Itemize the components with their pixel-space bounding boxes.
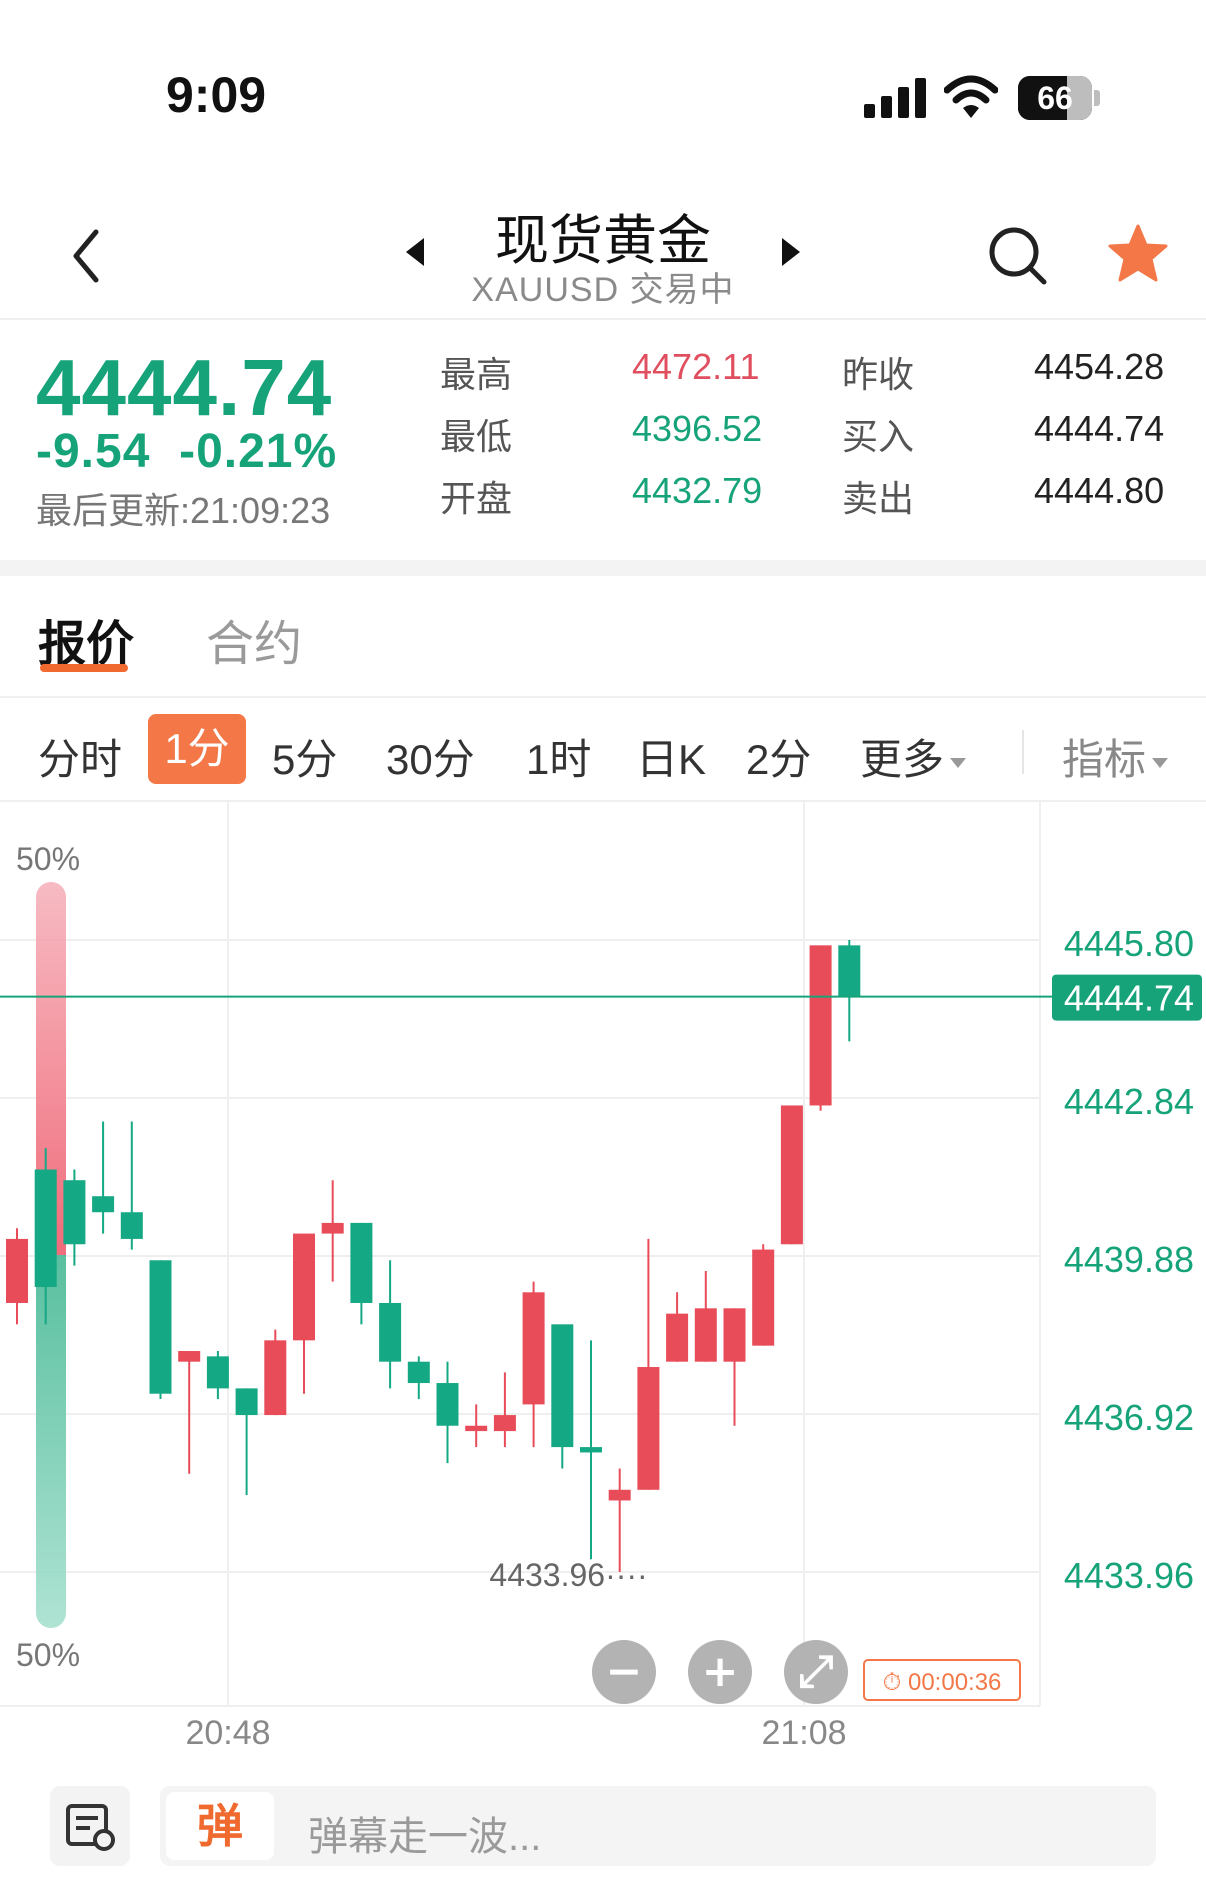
candle-body xyxy=(92,1196,115,1213)
tabs-divider xyxy=(0,696,1206,698)
candle-body xyxy=(321,1222,344,1234)
price-tick-label: 4433.96 xyxy=(1064,1555,1194,1596)
candle-body xyxy=(6,1238,28,1303)
header-divider xyxy=(0,318,1206,320)
candle-body xyxy=(379,1302,402,1362)
candle-body xyxy=(723,1308,746,1362)
timeframe-more[interactable]: 更多 xyxy=(860,726,967,787)
timeframe-5min[interactable]: 5分 xyxy=(272,726,337,787)
timeframe-1hour[interactable]: 1时 xyxy=(526,726,591,787)
candle-body xyxy=(551,1324,574,1448)
next-instrument-icon[interactable] xyxy=(782,238,800,266)
last-update: 最后更新:21:09:23 xyxy=(36,490,331,531)
price-tick-label: 4442.84 xyxy=(1064,1081,1194,1122)
last-price: 4444.74 xyxy=(36,343,333,432)
stat-label: 开盘 xyxy=(440,478,513,519)
search-icon[interactable] xyxy=(986,224,1050,288)
favorite-star-icon[interactable] xyxy=(1106,222,1170,286)
more-label: 更多 xyxy=(860,736,945,783)
stat-label: 最低 xyxy=(440,416,513,457)
candle-body xyxy=(580,1447,602,1453)
countdown-timer: ⏱ 00:00:36 xyxy=(883,1669,1002,1696)
price-tick-label: 4439.88 xyxy=(1064,1239,1194,1280)
candle-body xyxy=(752,1249,775,1346)
change-percent: -0.21% xyxy=(179,425,338,478)
section-divider xyxy=(0,560,1206,576)
candle-body xyxy=(235,1388,258,1416)
candle-body xyxy=(293,1233,315,1341)
stat-value: 4454.28 xyxy=(1034,346,1165,387)
depth-bottom-label: 50% xyxy=(16,1637,80,1673)
stat-value: 4472.11 xyxy=(632,346,760,387)
candle-body xyxy=(120,1212,143,1239)
danmaku-input[interactable]: 弹 弹幕走一波... xyxy=(160,1786,1156,1866)
battery-icon: 66 xyxy=(1018,76,1092,120)
stat-value: 4444.74 xyxy=(1034,408,1165,449)
price-tick-label: 4445.80 xyxy=(1064,923,1194,964)
stat-label: 卖出 xyxy=(842,478,915,519)
candle-body xyxy=(780,1105,803,1245)
price-change: -9.54 -0.21% xyxy=(36,424,337,479)
depth-top-label: 50% xyxy=(16,841,80,877)
stat-label: 买入 xyxy=(842,416,915,457)
battery-level: 66 xyxy=(1037,80,1073,116)
status-time: 9:09 xyxy=(166,67,267,123)
time-tick-label: 21:08 xyxy=(761,1714,846,1752)
candle-body xyxy=(206,1356,229,1389)
candle-body xyxy=(63,1180,86,1245)
danmaku-bar: 弹 弹幕走一波... xyxy=(0,1766,1206,1880)
timeframe-intraday[interactable]: 分时 xyxy=(38,726,122,787)
battery-cap xyxy=(1094,90,1100,106)
danmaku-tag: 弹 xyxy=(166,1792,274,1860)
candle-body xyxy=(608,1489,631,1501)
candle-body xyxy=(34,1169,57,1287)
candle-body xyxy=(637,1367,660,1490)
notes-settings-icon xyxy=(66,1804,115,1851)
candle-body xyxy=(407,1361,430,1384)
stat-value: 4396.52 xyxy=(632,408,763,449)
candle-body xyxy=(493,1415,516,1432)
timeframe-1min[interactable]: 1分 xyxy=(148,714,246,784)
stat-value: 4444.80 xyxy=(1034,470,1165,511)
change-amount: -9.54 xyxy=(36,425,151,478)
candle-body xyxy=(694,1308,717,1362)
time-tick-label: 20:48 xyxy=(185,1714,270,1752)
cellular-signal-icon xyxy=(864,78,926,118)
candle-body xyxy=(264,1340,287,1416)
price-tick-label: 4436.92 xyxy=(1064,1397,1194,1438)
more-caret-icon xyxy=(950,757,967,768)
indicator-menu[interactable]: 指标 xyxy=(1062,726,1169,787)
candle-body xyxy=(666,1313,689,1362)
timeframe-2min[interactable]: 2分 xyxy=(746,726,811,787)
notes-button[interactable] xyxy=(50,1786,130,1866)
fullscreen-icon: ⤢ xyxy=(798,1646,834,1697)
stat-label: 昨收 xyxy=(842,354,915,395)
zoom-out-icon: − xyxy=(606,1646,643,1697)
candle-body xyxy=(465,1425,488,1432)
zoom-in-icon: + xyxy=(702,1646,739,1697)
candle-body xyxy=(809,945,832,1106)
candle-body xyxy=(838,945,861,997)
indicator-label: 指标 xyxy=(1062,736,1147,783)
indicator-caret-icon xyxy=(1152,757,1169,768)
last-price-tag-label: 4444.74 xyxy=(1064,978,1194,1019)
candle-body xyxy=(178,1351,201,1362)
candle-body xyxy=(350,1222,373,1303)
danmaku-placeholder: 弹幕走一波... xyxy=(308,1815,542,1859)
candle-body xyxy=(522,1292,545,1405)
tab-contract[interactable]: 合约 xyxy=(206,604,302,674)
status-bar: 9:09 66 xyxy=(0,0,1206,150)
wifi-icon xyxy=(944,75,998,118)
stat-label: 最高 xyxy=(440,354,513,395)
candle-body xyxy=(149,1260,172,1394)
min-price-marker: 4433.96···· xyxy=(489,1557,647,1593)
candlestick-chart[interactable]: 4445.80 4442.84 4439.88 4436.92 4433.96 20:48… xyxy=(0,800,1206,1760)
timeframe-daily[interactable]: 日K xyxy=(636,726,706,787)
active-tab-indicator xyxy=(40,664,128,672)
timeframe-30min[interactable]: 30分 xyxy=(386,726,475,787)
candle-body xyxy=(436,1383,459,1426)
stat-value: 4432.79 xyxy=(632,470,763,511)
timeframe-separator xyxy=(1022,730,1024,774)
